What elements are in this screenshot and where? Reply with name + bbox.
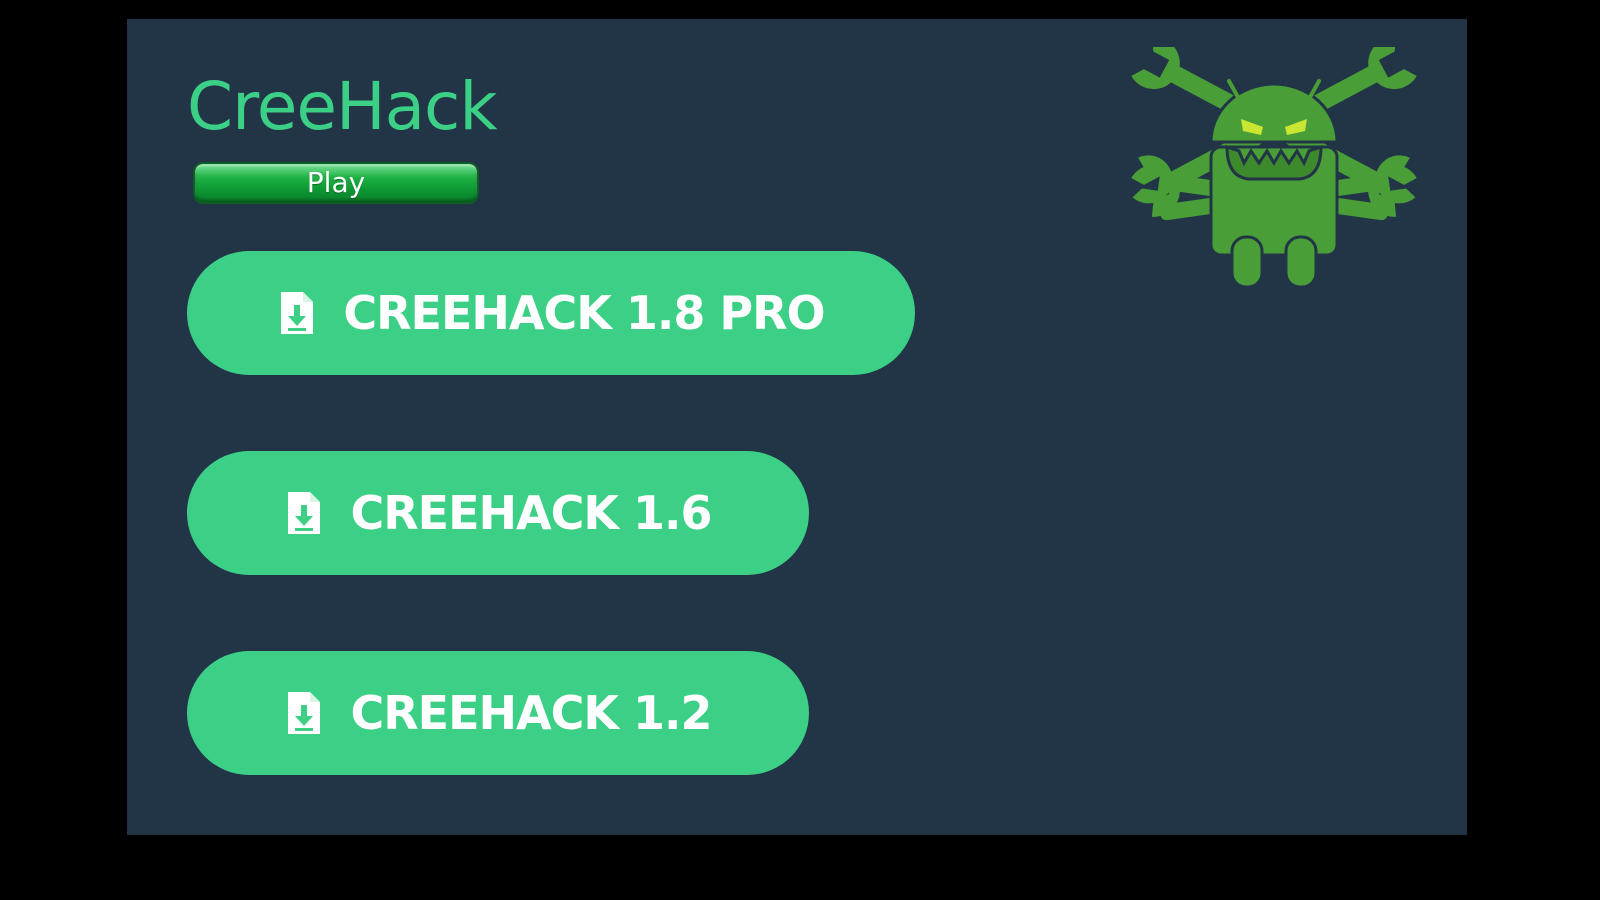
- file-download-icon: [288, 492, 321, 534]
- android-skull-wrenches-icon: [1131, 47, 1417, 287]
- main-panel: CreeHack Play CREEHACK 1.8 PRO CREEHACK …: [127, 19, 1467, 835]
- download-button-creehack-1-2[interactable]: CREEHACK 1.2: [187, 651, 809, 775]
- google-play-badge[interactable]: Play: [195, 164, 477, 202]
- app-title: CreeHack: [187, 68, 498, 145]
- download-button-label: CREEHACK 1.6: [350, 486, 712, 540]
- download-button-creehack-1-6[interactable]: CREEHACK 1.6: [187, 451, 809, 575]
- download-button-label: CREEHACK 1.8 PRO: [343, 286, 825, 340]
- download-button-creehack-1-8-pro[interactable]: CREEHACK 1.8 PRO: [187, 251, 915, 375]
- file-download-icon: [288, 692, 321, 734]
- file-download-icon: [281, 292, 314, 334]
- download-button-label: CREEHACK 1.2: [350, 686, 712, 740]
